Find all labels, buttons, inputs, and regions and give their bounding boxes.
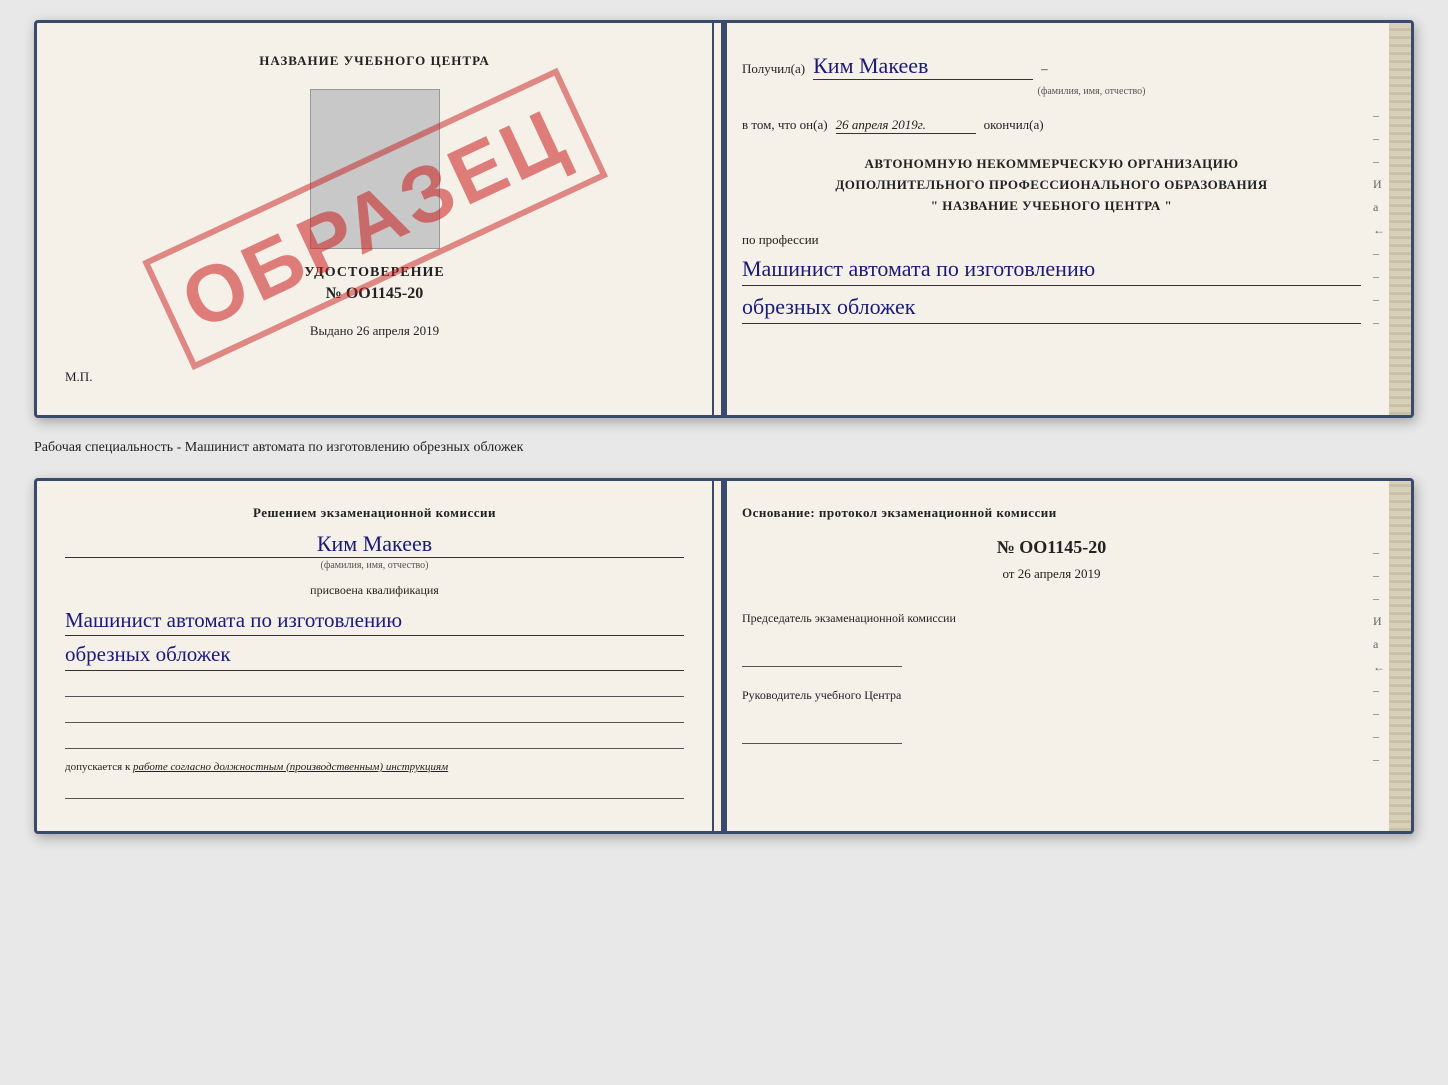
fio-label-bottom: (фамилия, имя, отчество) (65, 560, 684, 571)
issued-date: Выдано 26 апреля 2019 (310, 323, 439, 339)
blank-line-3 (65, 731, 684, 749)
date-value: 26 апреля 2019г. (836, 117, 976, 134)
top-doc-right: Получил(а) Ким Макеев – (фамилия, имя, о… (714, 23, 1411, 415)
received-label: Получил(а) (742, 61, 805, 77)
blank-line-1 (65, 679, 684, 697)
photo-placeholder (310, 89, 440, 249)
profession-value-1: Машинист автомата по изготовлению (742, 254, 1361, 286)
chairman-sign-line (742, 647, 902, 667)
blank-line-4 (65, 781, 684, 799)
top-document: НАЗВАНИЕ УЧЕБНОГО ЦЕНТРА УДОСТОВЕРЕНИЕ №… (34, 20, 1414, 418)
top-doc-left: НАЗВАНИЕ УЧЕБНОГО ЦЕНТРА УДОСТОВЕРЕНИЕ №… (37, 23, 714, 415)
org-line3: " НАЗВАНИЕ УЧЕБНОГО ЦЕНТРА " (742, 196, 1361, 217)
commission-decision: Решением экзаменационной комиссии (65, 505, 684, 521)
director-block: Руководитель учебного Центра (742, 687, 1361, 744)
protocol-number: № OO1145-20 (742, 537, 1361, 558)
issued-label: Выдано (310, 323, 353, 338)
allowed-text: допускается к работе согласно должностны… (65, 761, 684, 773)
date-line: в том, что он(а) 26 апреля 2019г. окончи… (742, 117, 1361, 134)
org-block: АВТОНОМНУЮ НЕКОММЕРЧЕСКУЮ ОРГАНИЗАЦИЮ ДО… (742, 154, 1361, 216)
cert-title: УДОСТОВЕРЕНИЕ (304, 265, 444, 281)
qual-assigned-label: присвоена квалификация (65, 583, 684, 598)
fio-label-top: (фамилия, имя, отчество) (822, 86, 1361, 97)
org-line2: ДОПОЛНИТЕЛЬНОГО ПРОФЕССИОНАЛЬНОГО ОБРАЗО… (742, 175, 1361, 196)
date-prefix: в том, что он(а) (742, 117, 828, 133)
qual-value-1: Машинист автомата по изготовлению (65, 606, 684, 636)
bottom-document: Решением экзаменационной комиссии Ким Ма… (34, 478, 1414, 834)
allowed-italic-text: работе согласно должностным (производств… (133, 761, 448, 773)
bottom-right-edge-annotations: – – – И а ← – – – – (1373, 481, 1385, 831)
qual-value-2: обрезных обложек (65, 640, 684, 670)
separator-label: Рабочая специальность - Машинист автомат… (34, 436, 1414, 460)
chairman-block: Председатель экзаменационной комиссии (742, 610, 1361, 667)
chairman-label: Председатель экзаменационной комиссии (742, 610, 1361, 627)
person-name-bottom: Ким Макеев (65, 531, 684, 558)
bottom-doc-right: Основание: протокол экзаменационной коми… (714, 481, 1411, 831)
protocol-date: от 26 апреля 2019 (742, 566, 1361, 582)
cert-number: № OO1145-20 (326, 285, 423, 303)
basis-title: Основание: протокол экзаменационной коми… (742, 505, 1361, 521)
right-edge-annotations: – – – И а ← – – – – (1373, 23, 1385, 415)
mp-label: М.П. (65, 369, 92, 385)
protocol-date-value: 26 апреля 2019 (1018, 566, 1101, 581)
date-suffix: окончил(а) (984, 117, 1044, 133)
profession-value-2: обрезных обложек (742, 292, 1361, 324)
director-sign-line (742, 724, 902, 744)
protocol-date-prefix: от (1002, 566, 1014, 581)
blank-line-2 (65, 705, 684, 723)
bottom-doc-left: Решением экзаменационной комиссии Ким Ма… (37, 481, 714, 831)
org-line1: АВТОНОМНУЮ НЕКОММЕРЧЕСКУЮ ОРГАНИЗАЦИЮ (742, 154, 1361, 175)
director-label: Руководитель учебного Центра (742, 687, 1361, 704)
issued-value: 26 апреля 2019 (356, 323, 439, 338)
profession-label: по профессии (742, 232, 1361, 248)
received-name: Ким Макеев (813, 53, 1033, 80)
allowed-prefix: допускается к (65, 761, 130, 773)
school-name: НАЗВАНИЕ УЧЕБНОГО ЦЕНТРА (259, 53, 490, 69)
received-line: Получил(а) Ким Макеев – (742, 53, 1361, 80)
